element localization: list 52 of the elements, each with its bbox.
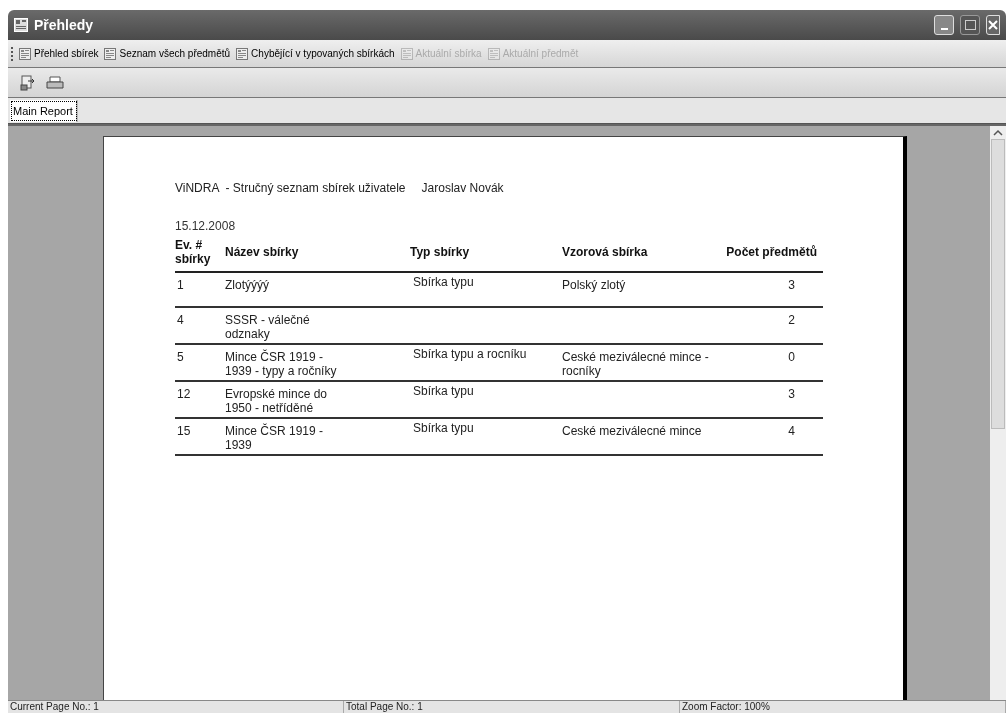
status-text: Total Page No.: 1 [344,701,680,713]
close-button[interactable] [986,15,1000,35]
table-cell: 15 [177,424,191,438]
table-cell: 2 [788,313,795,327]
table-cell: Sbírka typu [413,384,474,398]
table-cell: Zlotýýýý [225,278,269,292]
report-icon [19,47,31,60]
column-header: Název sbírky [225,244,300,261]
table-cell: 12 [177,387,191,401]
user-name: Jaroslav Novák [421,180,504,197]
column-header: Vzorová sbírka [562,244,649,261]
toolbar-button[interactable]: Chybějící v typovaných sbírkách [236,46,395,61]
minimize-button[interactable] [934,15,954,35]
table-cell: 1 [177,278,184,292]
close-icon [988,20,998,30]
table-cell-text: Evropské mince do 1950 - netříděné [225,387,329,415]
table-cell-text: Mince ČSR 1919 - 1939 [225,424,325,452]
status-text: Zoom Factor: 100% [680,701,1006,713]
toolbar-button[interactable]: Seznam všech předmětů [104,46,231,61]
column-header: Počet předmětů [725,244,818,261]
report-title: ViNDRA - Stručný seznam sbírek uživatele [175,180,406,197]
column-header: Ev. # sbírky [175,238,212,266]
table-cell: Polský zlotý [562,278,626,292]
table-cell: Sbírka typu [413,275,474,289]
report-tab[interactable]: Main Report [10,100,78,122]
table-cell: Sbírka typu a rocníku [413,347,527,361]
maximize-button[interactable] [960,15,980,35]
print-icon[interactable] [46,75,64,90]
column-header: Typ sbírky [410,244,471,261]
table-cell-text: Ceské meziválecné mince - rocníky [562,350,710,378]
window-title: Přehledy [34,15,94,35]
table-cell: 3 [788,278,795,292]
scrollbar[interactable] [990,126,1006,700]
report-icon [487,47,500,60]
report-icon [400,47,413,60]
toolbar-button[interactable]: Přehled sbírek [19,46,99,61]
table-cell: 4 [788,424,795,438]
table-cell: Sbírka typu [413,421,474,435]
table-cell: 0 [788,350,795,364]
table-cell: 5 [177,350,184,364]
table-cell: 3 [788,387,795,401]
table-cell-text: SSSR - válečné odznaky [225,313,311,341]
export-icon[interactable] [20,74,36,91]
table-cell: 4 [177,313,184,327]
status-text: Current Page No.: 1 [8,701,344,713]
report-icon [236,47,249,60]
report-date: 15.12.2008 [175,218,237,235]
scroll-up-icon[interactable] [993,129,1003,137]
table-cell: Mince ČSR 1919 - 1939 - typy a ročníky [225,350,337,378]
table-cell: Ceské meziválecné mince [562,424,702,438]
report-icon [104,47,117,60]
window-icon [14,18,28,32]
